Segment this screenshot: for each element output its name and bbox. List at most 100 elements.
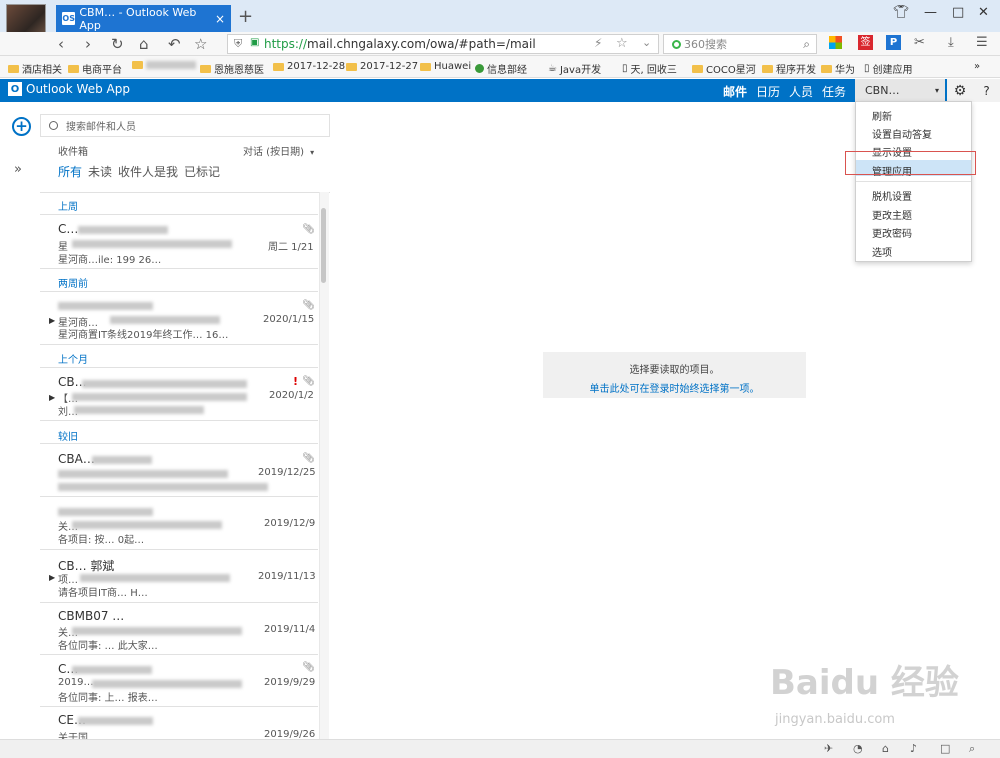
bookmark-item[interactable]: ▯ 天, 回收三 [622,61,677,76]
weibo-icon[interactable]: 签 [858,35,873,50]
menu-item-auto-reply[interactable]: 设置自动答复 [872,126,932,141]
mail-search-input[interactable]: 搜索邮件和人员 [40,114,330,137]
bookmarks-bar: 酒店相关 电商平台 恩施恩慈医 2017-12-28 2017-12-27 Hu… [0,56,1000,78]
expand-conversation-icon[interactable]: ▶ [49,316,55,325]
email-date: 2019/11/4 [264,624,316,635]
bookmark-item[interactable]: 华为 [821,61,855,76]
sort-dropdown[interactable]: 对话 (按日期) ▾ [243,143,314,158]
download-icon[interactable]: ⤓ [948,35,954,50]
bookmark-item[interactable]: Huawei [420,61,471,72]
speed-icon[interactable]: ◔ [853,742,863,755]
reload-icon[interactable]: ↻ [111,35,124,53]
bookmark-item[interactable]: 程序开发 [762,61,816,76]
search-icon [49,121,58,130]
zoom-icon[interactable]: ⌕ [969,742,975,756]
menu-item-options[interactable]: 选项 [872,244,892,259]
tab-close-icon[interactable]: × [215,12,225,26]
nav-tasks[interactable]: 任务 [822,83,846,100]
user-menu-button[interactable]: CBN… ▾ [855,79,945,102]
lock-icon: ▣ [250,37,260,48]
nav-calendar[interactable]: 日历 [756,83,780,100]
folder-icon [132,61,143,69]
maximize-icon[interactable]: □ [952,5,964,20]
browser-tab[interactable]: OS CBM… - Outlook Web App × [56,5,231,32]
divider [40,654,318,655]
bookmark-item[interactable]: COCO星河 [692,61,756,76]
expand-conversation-icon[interactable]: ▶ [49,573,55,582]
home-icon[interactable]: ⌂ [139,35,149,53]
rocket-icon[interactable]: ✈︎ [824,742,833,755]
divider [40,344,318,345]
forward-icon[interactable]: › [85,35,91,53]
divider [40,443,318,444]
search-icon[interactable]: ⌕ [803,37,810,52]
bookmark-item[interactable] [132,61,196,69]
bookmark-item[interactable]: ▯ 创建应用 [864,61,913,76]
scrollbar-thumb[interactable] [321,208,326,283]
bookmark-item[interactable]: 信息部经 [475,61,527,76]
window-close-icon[interactable]: ✕ [978,5,989,20]
star-icon[interactable]: ☆ [194,35,207,53]
menu-item-change-theme[interactable]: 更改主题 [872,207,912,222]
chevron-down-icon[interactable]: ⌄ [642,36,651,49]
always-select-first-link[interactable]: 单击此处可在登录时始终选择第一项。 [543,380,806,395]
caret-down-icon: ▾ [310,148,315,157]
owa-logo[interactable]: O Outlook Web App [8,82,130,96]
bookmark-item[interactable]: ☕︎ Java开发 [548,61,601,76]
menu-item-change-password[interactable]: 更改密码 [872,225,912,240]
email-subject: 2019… [58,677,94,688]
bookmark-item[interactable]: 2017-12-28 [273,61,345,72]
divider [40,496,318,497]
bookmark-item[interactable]: 电商平台 [68,61,122,76]
divider [40,602,318,603]
site-icon [475,64,484,73]
shield-icon: ⛨ [234,37,243,50]
minimize-icon[interactable]: — [924,5,937,20]
back-icon[interactable]: ‹ [58,35,64,53]
email-sender: CBMB07 … [58,609,125,623]
filter-unread[interactable]: 未读 [88,163,112,180]
shirt-skin-icon[interactable]: 👕︎ [893,5,910,20]
more-bookmarks-icon[interactable]: » [974,61,980,72]
gear-icon[interactable]: ⚙︎ [947,79,973,102]
browser-navbar: ‹ › ↻ ⌂ ↶ ☆ ⛨ ▣ https:// mail.chngalaxy.… [0,32,1000,56]
speaker-icon[interactable]: ♪ [910,742,917,755]
filter-all[interactable]: 所有 [58,163,82,180]
trash-icon[interactable]: ⌂ [882,742,889,755]
scissors-icon[interactable]: ✂︎ [914,35,925,50]
email-sender: CBA… [58,452,95,466]
sort-label: 对话 (按日期) [243,147,304,158]
mail-search-placeholder: 搜索邮件和人员 [66,122,136,133]
bookmark-item[interactable]: 恩施恩慈医 [200,61,264,76]
high-importance-icon: ! [293,375,299,388]
menu-icon[interactable]: ☰ [976,35,988,50]
expand-conversation-icon[interactable]: ▶ [49,393,55,402]
watermark-text: Baidu 经验 [770,663,959,703]
lightning-icon[interactable]: ⚡︎ [594,36,602,50]
screen-icon[interactable]: □ [940,742,950,755]
filter-flagged[interactable]: 已标记 [184,163,220,180]
page-icon: ▯ [864,63,870,74]
help-button[interactable]: ? [973,79,1000,102]
group-header: 较旧 [58,432,78,443]
web-search-input[interactable]: 360搜索 ⌕ [663,34,817,54]
address-bar[interactable]: ⛨ ▣ https:// mail.chngalaxy.com/owa/#pat… [227,34,659,54]
bookmark-item[interactable]: 2017-12-27 [346,61,418,72]
nav-mail[interactable]: 邮件 [723,83,747,100]
nav-people[interactable]: 人员 [789,83,813,100]
expand-folders-icon[interactable]: » [14,162,22,177]
bookmark-item[interactable]: 酒店相关 [8,61,62,76]
filter-to-me[interactable]: 收件人是我 [118,163,178,180]
tab-title: CBM… - Outlook Web App [79,5,197,32]
menu-item-offline-settings[interactable]: 脱机设置 [872,188,912,203]
new-mail-button[interactable]: + [12,117,31,136]
apps-grid-icon[interactable] [829,36,842,49]
folder-icon [692,64,703,73]
new-tab-button[interactable]: + [238,6,253,27]
p-extension-icon[interactable]: P [886,35,901,50]
bookmark-star-icon[interactable]: ☆ [616,36,628,51]
menu-item-refresh[interactable]: 刷新 [872,108,892,123]
email-preview: 请各项目IT商… H… [58,588,148,599]
browser-statusbar: ✈︎ ◔ ⌂ ♪ □ ⌕ [0,739,1000,758]
undo-icon[interactable]: ↶ [168,35,181,53]
